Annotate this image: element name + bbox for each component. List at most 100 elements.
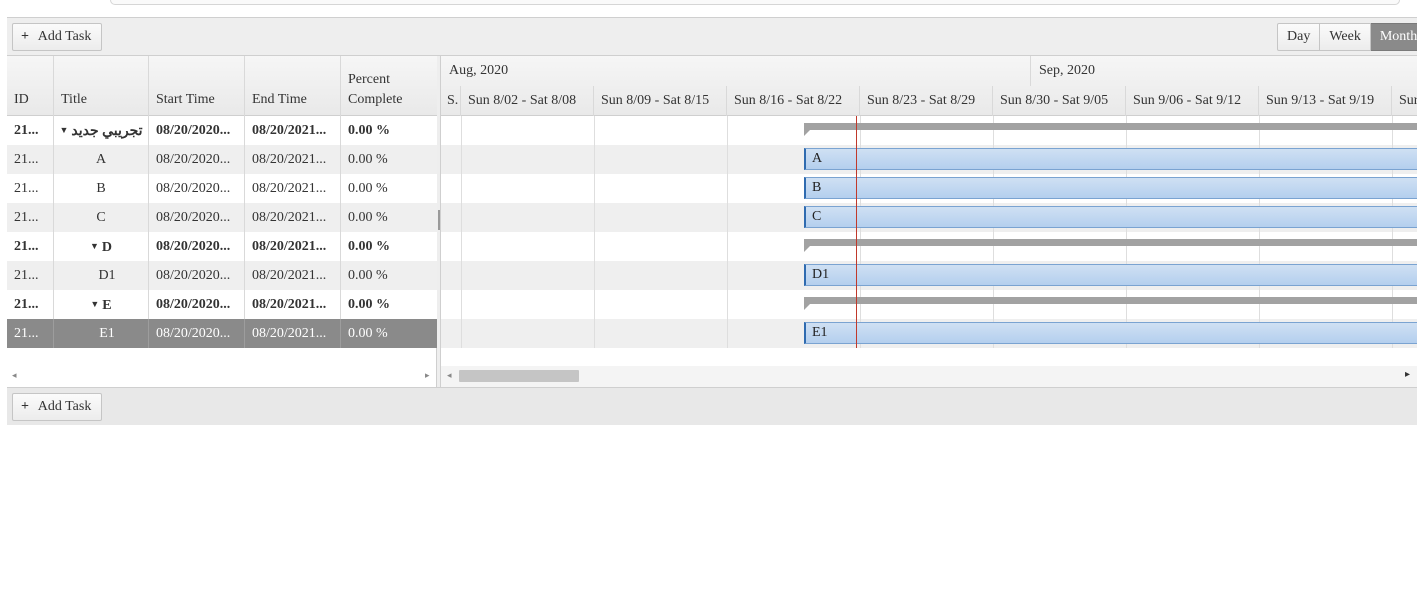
cell-end-time: 08/20/2021...: [245, 116, 341, 145]
column-header-id[interactable]: ID: [7, 56, 54, 116]
cell-end-time: 08/20/2021...: [245, 203, 341, 232]
scroll-left-icon[interactable]: ◂: [12, 370, 17, 381]
add-task-button-top[interactable]: + Add Task: [12, 23, 103, 51]
summary-task-bar[interactable]: [804, 239, 1417, 246]
cell-percent-complete: 0.00 %: [348, 181, 388, 196]
scroll-left-icon[interactable]: ◂: [447, 370, 452, 381]
task-title: E1: [99, 326, 115, 341]
task-title: A: [95, 152, 107, 167]
task-bar[interactable]: B: [804, 177, 1417, 199]
add-task-button-bottom[interactable]: + Add Task: [12, 393, 103, 421]
cell-end-time: 08/20/2021...: [245, 232, 341, 261]
summary-bar-cap: [804, 246, 810, 252]
task-bar[interactable]: C: [804, 206, 1417, 228]
cell-start-time: 08/20/2020...: [149, 319, 245, 348]
task-title: D: [101, 240, 113, 255]
week-gridline: [727, 116, 728, 348]
cell-start-time: 08/20/2020...: [149, 232, 245, 261]
summary-task-bar[interactable]: [804, 297, 1417, 304]
cell-id: 21...: [7, 319, 54, 348]
column-header-title[interactable]: Title: [54, 56, 149, 116]
week-header: Sun 8/02 - Sat 8/08: [461, 86, 594, 116]
cell-title: B: [54, 174, 149, 203]
expand-caret-icon[interactable]: ▼: [90, 299, 99, 309]
column-header-start-time[interactable]: Start Time: [149, 56, 245, 116]
cell-end-time: 08/20/2021...: [245, 145, 341, 174]
timeline-body: A B C D1 E1: [441, 116, 1417, 348]
month-header: Sep, 2020: [1039, 63, 1095, 78]
today-marker: [856, 116, 857, 348]
scroll-right-icon[interactable]: ▸: [425, 370, 430, 381]
column-header-percent-complete[interactable]: Percent Complete: [341, 56, 437, 116]
summary-bar-cap: [804, 304, 810, 310]
cell-id: 21...: [7, 145, 54, 174]
task-bar[interactable]: E1: [804, 322, 1417, 344]
table-row[interactable]: 21... D1 08/20/2020... 08/20/2021... 0.00 %: [7, 261, 437, 290]
scroll-right-icon[interactable]: ▸: [1405, 369, 1410, 380]
gantt-chart: + Add Task Day Week Month ID Title Start…: [7, 17, 1417, 425]
task-bar[interactable]: D1: [804, 264, 1417, 286]
table-row[interactable]: 21... ▼ E 08/20/2020... 08/20/2021... 0.00 %: [7, 290, 437, 319]
cell-start-time: 08/20/2020...: [149, 290, 245, 319]
cell-percent-complete: 0.00 %: [348, 152, 388, 167]
cell-title: ▼ D: [54, 232, 149, 261]
table-row[interactable]: 21... E1 08/20/2020... 08/20/2021... 0.00 %: [7, 319, 437, 348]
task-bar[interactable]: A: [804, 148, 1417, 170]
cell-end-time: 08/20/2021...: [245, 261, 341, 290]
cell-percent-complete: 0.00 %: [348, 297, 390, 312]
view-day-button[interactable]: Day: [1277, 23, 1321, 51]
summary-bar-cap: [804, 130, 810, 136]
table-row[interactable]: 21... ▼ تجريبي جديد 08/20/2020... 08/20/2021…: [7, 116, 437, 145]
week-header: Sun 9/06 - Sat 9/12: [1126, 86, 1259, 116]
view-week-button[interactable]: Week: [1320, 23, 1371, 51]
cell-end-time: 08/20/2021...: [245, 290, 341, 319]
grid-horizontal-scrollbar[interactable]: ◂ ▸: [7, 366, 437, 387]
task-title: تجريبي جديد: [71, 124, 143, 139]
cell-title: A: [54, 145, 149, 174]
month-header: Aug, 2020: [441, 56, 1031, 86]
table-row[interactable]: 21... C 08/20/2020... 08/20/2021... 0.00 %: [7, 203, 437, 232]
week-header: Sun 8/23 - Sat 8/29: [860, 86, 993, 116]
plus-icon: +: [21, 399, 29, 414]
week-gridline: [594, 116, 595, 348]
scrollbar-thumb[interactable]: [459, 370, 579, 382]
cell-id: 21...: [7, 232, 54, 261]
browser-strip: [110, 0, 1400, 5]
week-header: Sun 8/16 - Sat 8/22: [727, 86, 860, 116]
cell-percent-complete: 0.00 %: [348, 268, 388, 283]
view-switcher: Day Week Month: [1277, 23, 1417, 51]
task-grid: ID Title Start Time End Time Percent Comp…: [7, 56, 437, 387]
timeline-pane: Aug, 2020 Sep, 2020 S. Sun 8/02 - Sat 8/0…: [441, 56, 1417, 387]
timeline-horizontal-scrollbar[interactable]: ◂ ▸: [441, 366, 1417, 387]
cell-end-time: 08/20/2021...: [245, 319, 341, 348]
bottom-toolbar: + Add Task: [7, 387, 1417, 425]
cell-end-time: 08/20/2021...: [245, 174, 341, 203]
task-title: C: [96, 210, 106, 225]
table-row[interactable]: 21... ▼ D 08/20/2020... 08/20/2021... 0.00 %: [7, 232, 437, 261]
timeline-row: [441, 232, 1417, 261]
add-task-label: Add Task: [37, 399, 92, 414]
cell-start-time: 08/20/2020...: [149, 116, 245, 145]
expand-caret-icon[interactable]: ▼: [90, 241, 99, 251]
cell-percent-complete: 0.00 %: [348, 210, 388, 225]
cell-id: 21...: [7, 116, 54, 145]
expand-caret-icon[interactable]: ▼: [59, 125, 68, 135]
task-title: E: [102, 298, 112, 313]
cell-title: E1: [54, 319, 149, 348]
cell-id: 21...: [7, 174, 54, 203]
cell-start-time: 08/20/2020...: [149, 145, 245, 174]
table-row[interactable]: 21... A 08/20/2020... 08/20/2021... 0.00 %: [7, 145, 437, 174]
cell-start-time: 08/20/2020...: [149, 261, 245, 290]
timeline-header: Aug, 2020 Sep, 2020 S. Sun 8/02 - Sat 8/0…: [441, 56, 1417, 116]
week-header: Sun 8/09 - Sat 8/15: [594, 86, 727, 116]
column-title-label: Title: [61, 92, 87, 107]
plus-icon: +: [21, 29, 29, 44]
table-row[interactable]: 21... B 08/20/2020... 08/20/2021... 0.00 %: [7, 174, 437, 203]
summary-task-bar[interactable]: [804, 123, 1417, 130]
splitter-handle[interactable]: [438, 210, 440, 230]
cell-id: 21...: [7, 261, 54, 290]
view-month-button[interactable]: Month: [1370, 23, 1417, 51]
column-header-end-time[interactable]: End Time: [245, 56, 341, 116]
cell-id: 21...: [7, 203, 54, 232]
column-start-label: Start Time: [156, 92, 215, 107]
